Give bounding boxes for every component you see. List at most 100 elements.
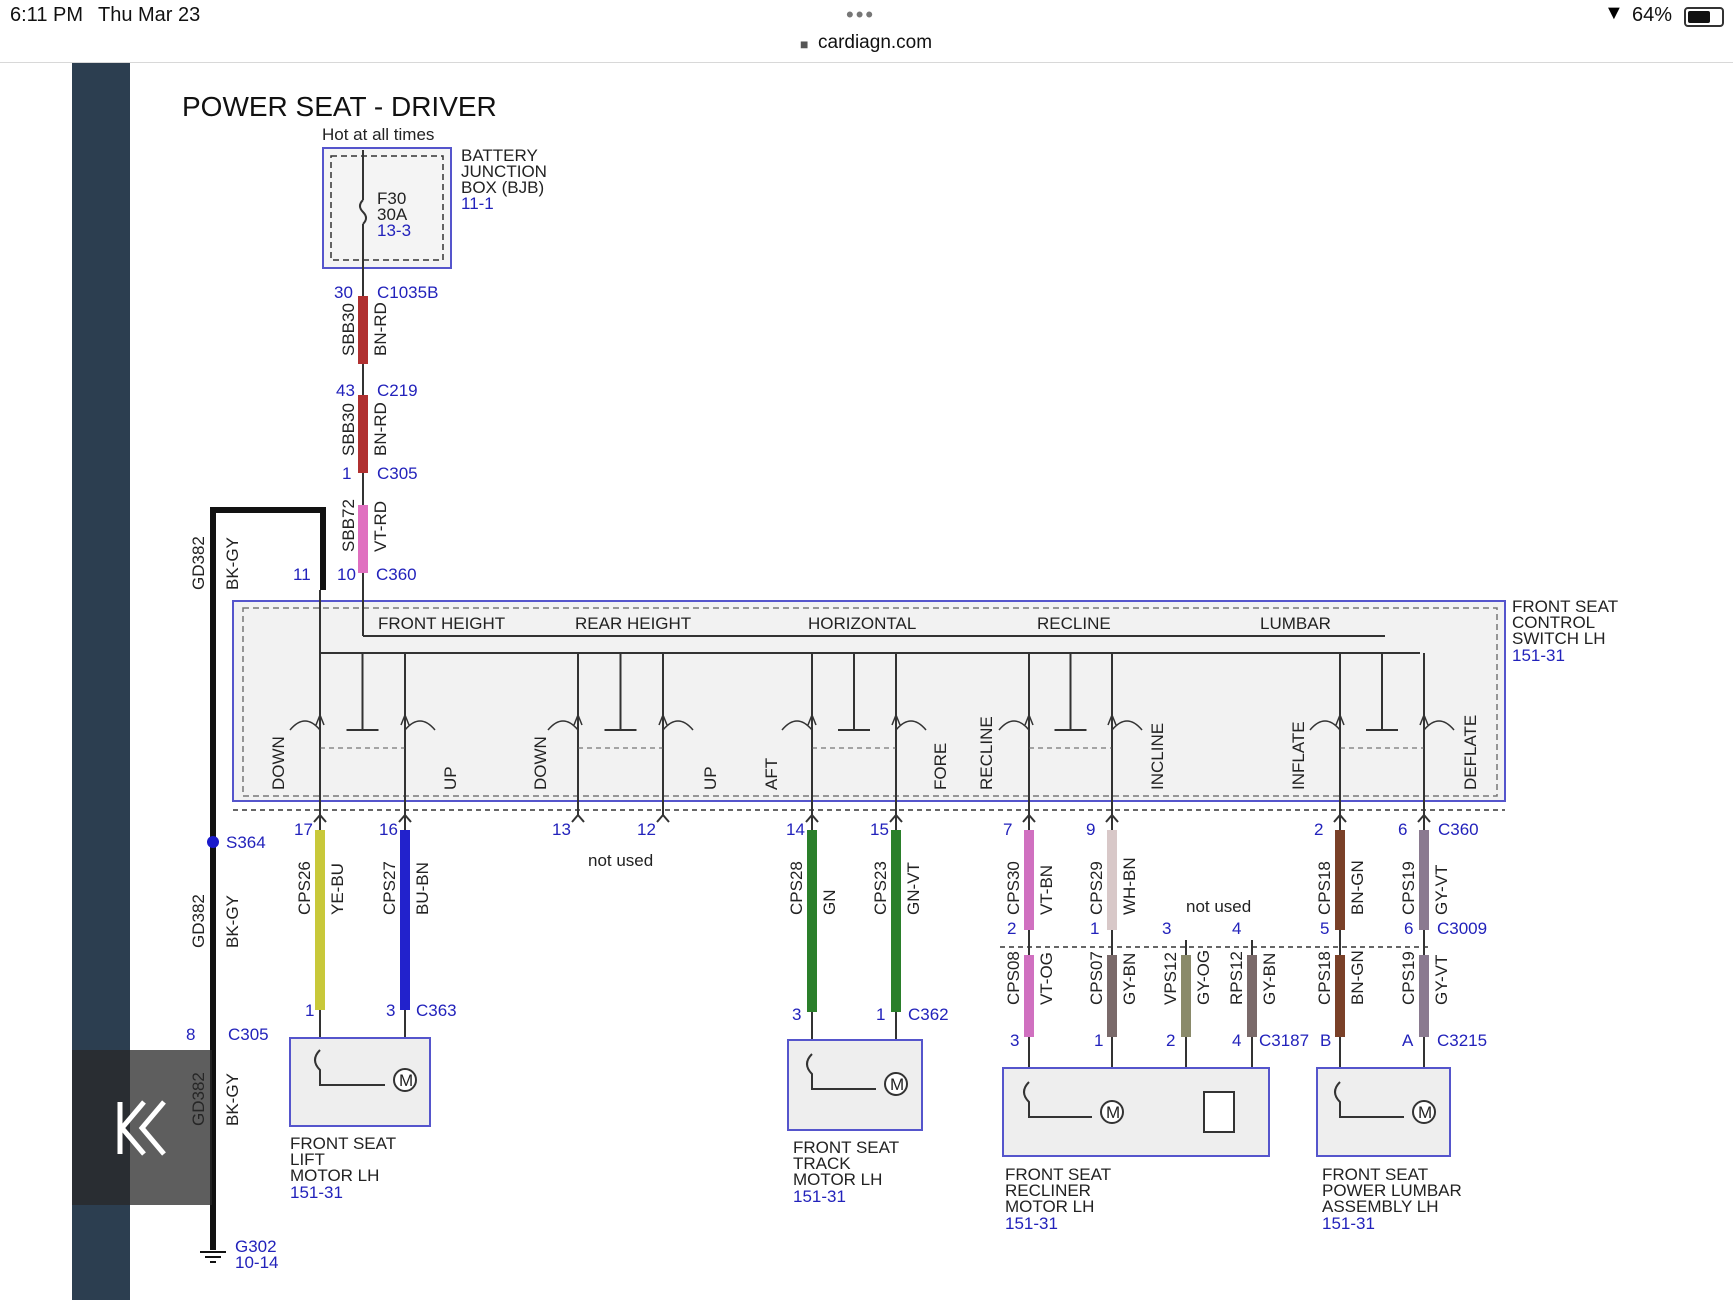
wire-color-code: BN-GN bbox=[1348, 860, 1367, 915]
lower-wire-color: BN-GN bbox=[1348, 950, 1367, 1005]
track-ref: 151-31 bbox=[793, 1187, 846, 1206]
gd382-id-2: GD382 bbox=[189, 894, 208, 948]
lower-wire-id: CPS19 bbox=[1399, 951, 1418, 1005]
lower-wire-color: VT-OG bbox=[1037, 952, 1056, 1005]
lower-wire-id: CPS08 bbox=[1004, 951, 1023, 1005]
lower-wire-id: CPS18 bbox=[1315, 951, 1334, 1005]
wire-id: CPS18 bbox=[1315, 861, 1334, 915]
contact-label: RECLINE bbox=[977, 716, 996, 790]
wire-sbb30-2 bbox=[358, 395, 368, 473]
wire-sbb72-id: SBB72 bbox=[339, 499, 358, 552]
c3187-pin-4: 4 bbox=[1232, 1031, 1241, 1050]
lower-wires: CPS08 VT-OG CPS07 GY-BN VPS12 GY-OG RPS12 GY-BN… bbox=[1004, 940, 1451, 1068]
contact-label: INFLATE bbox=[1289, 721, 1308, 790]
c3215-pin-a: A bbox=[1402, 1031, 1414, 1050]
c3215-label: C3215 bbox=[1437, 1031, 1487, 1050]
wire-color-band bbox=[891, 830, 901, 1012]
wire-sbb30-1 bbox=[358, 296, 368, 364]
contact-label: DEFLATE bbox=[1461, 715, 1480, 790]
switch-ref: 151-31 bbox=[1512, 646, 1565, 665]
wire-sbb72 bbox=[358, 505, 368, 573]
c360-pin: 16 bbox=[379, 820, 398, 839]
wire-color-band bbox=[1419, 830, 1429, 930]
lower-wire-band bbox=[1335, 955, 1345, 1037]
wire-color-code: YE-BU bbox=[328, 863, 347, 915]
wiring-diagram: POWER SEAT - DRIVER Hot at all times F30… bbox=[182, 91, 1618, 1272]
c305-ground-pin: 8 bbox=[186, 1025, 195, 1044]
lower-wire-color: GY-BN bbox=[1260, 953, 1279, 1005]
wire-color-code: GY-VT bbox=[1432, 865, 1451, 915]
c3009-pin-3: 3 bbox=[1162, 919, 1171, 938]
c360-pin: 12 bbox=[637, 820, 656, 839]
ground-symbol-icon bbox=[200, 1251, 226, 1263]
hall-sensor-icon bbox=[1203, 1091, 1235, 1133]
contact-label: DOWN bbox=[531, 736, 550, 790]
c1035b-pin: 30 bbox=[334, 283, 353, 302]
wire-color-band bbox=[315, 830, 325, 1010]
lower-wire-band bbox=[1247, 955, 1257, 1037]
wire-sbb30-2-color: BN-RD bbox=[371, 402, 390, 456]
double-chevron-left-icon bbox=[117, 1100, 166, 1156]
wire-color-band bbox=[1335, 830, 1345, 930]
wire-id: CPS27 bbox=[380, 861, 399, 915]
lower-wire-id: RPS12 bbox=[1227, 951, 1246, 1005]
fuse-ref: 13-3 bbox=[377, 221, 411, 240]
c3009-pin-2: 2 bbox=[1007, 919, 1016, 938]
g302-ref: 10-14 bbox=[235, 1253, 278, 1272]
motor-m-letter: M bbox=[890, 1075, 904, 1094]
c360-pin: 9 bbox=[1086, 820, 1095, 839]
wire-color-band bbox=[400, 830, 410, 1010]
lower-wire-id: CPS07 bbox=[1087, 951, 1106, 1005]
wire-sbb30-1-color: BN-RD bbox=[371, 302, 390, 356]
motor-m-letter: M bbox=[1418, 1103, 1432, 1122]
c1035b-label: C1035B bbox=[377, 283, 438, 302]
wire-sbb72-color: VT-RD bbox=[371, 501, 390, 552]
lower-wire-band bbox=[1024, 955, 1034, 1037]
motor-m-letter: M bbox=[1106, 1103, 1120, 1122]
gd382-color-2: BK-GY bbox=[223, 895, 242, 948]
wire-color-code: GN bbox=[820, 890, 839, 916]
connector-arrow-icon bbox=[571, 813, 585, 823]
not-used-label: not used bbox=[588, 851, 653, 870]
lumbar-ref: 151-31 bbox=[1322, 1214, 1375, 1233]
c305-ground-label: C305 bbox=[228, 1025, 269, 1044]
lift-ref: 151-31 bbox=[290, 1183, 343, 1202]
wire-color-code: WH-BN bbox=[1120, 857, 1139, 915]
c362-pin-3: 3 bbox=[792, 1005, 801, 1024]
c3009-pin-1: 1 bbox=[1090, 919, 1099, 938]
c360-pin: 6 bbox=[1398, 820, 1407, 839]
lower-wire-color: GY-OG bbox=[1194, 950, 1213, 1005]
c360-pin: 2 bbox=[1314, 820, 1323, 839]
s364-label: S364 bbox=[226, 833, 266, 852]
c3187-label: C3187 bbox=[1259, 1031, 1309, 1050]
c219-label: C219 bbox=[377, 381, 418, 400]
c362-pin-1: 1 bbox=[876, 1005, 885, 1024]
back-button[interactable] bbox=[72, 1050, 212, 1205]
c360-label-bottom: C360 bbox=[1438, 820, 1479, 839]
group-horizontal: HORIZONTAL bbox=[808, 614, 916, 633]
contact-label: FORE bbox=[931, 743, 950, 790]
c360-label-top: C360 bbox=[376, 565, 417, 584]
c363-pin-1: 1 bbox=[305, 1001, 314, 1020]
wire-sbb30-1-id: SBB30 bbox=[339, 303, 358, 356]
c219-pin: 43 bbox=[336, 381, 355, 400]
gd382-color-3: BK-GY bbox=[223, 1073, 242, 1126]
c3009-pin-4: 4 bbox=[1232, 919, 1241, 938]
lower-wire-band bbox=[1181, 955, 1191, 1037]
wire-color-code: GN-VT bbox=[904, 862, 923, 915]
c360-pin: 7 bbox=[1003, 820, 1012, 839]
gd382-id-1: GD382 bbox=[189, 536, 208, 590]
wire-color-code: BU-BN bbox=[413, 862, 432, 915]
wire-id: CPS19 bbox=[1399, 861, 1418, 915]
recliner-ref: 151-31 bbox=[1005, 1214, 1058, 1233]
wire-color-band bbox=[1107, 830, 1117, 930]
c360-pin-11: 11 bbox=[293, 565, 311, 584]
contact-label: DOWN bbox=[269, 736, 288, 790]
lower-wire-id: VPS12 bbox=[1161, 952, 1180, 1005]
splice-s364 bbox=[207, 836, 219, 848]
c3009-pin-5: 5 bbox=[1320, 919, 1329, 938]
wire-id: CPS29 bbox=[1087, 861, 1106, 915]
c363-pin-3: 3 bbox=[386, 1001, 395, 1020]
group-lumbar: LUMBAR bbox=[1260, 614, 1331, 633]
contact-label: UP bbox=[701, 766, 720, 790]
